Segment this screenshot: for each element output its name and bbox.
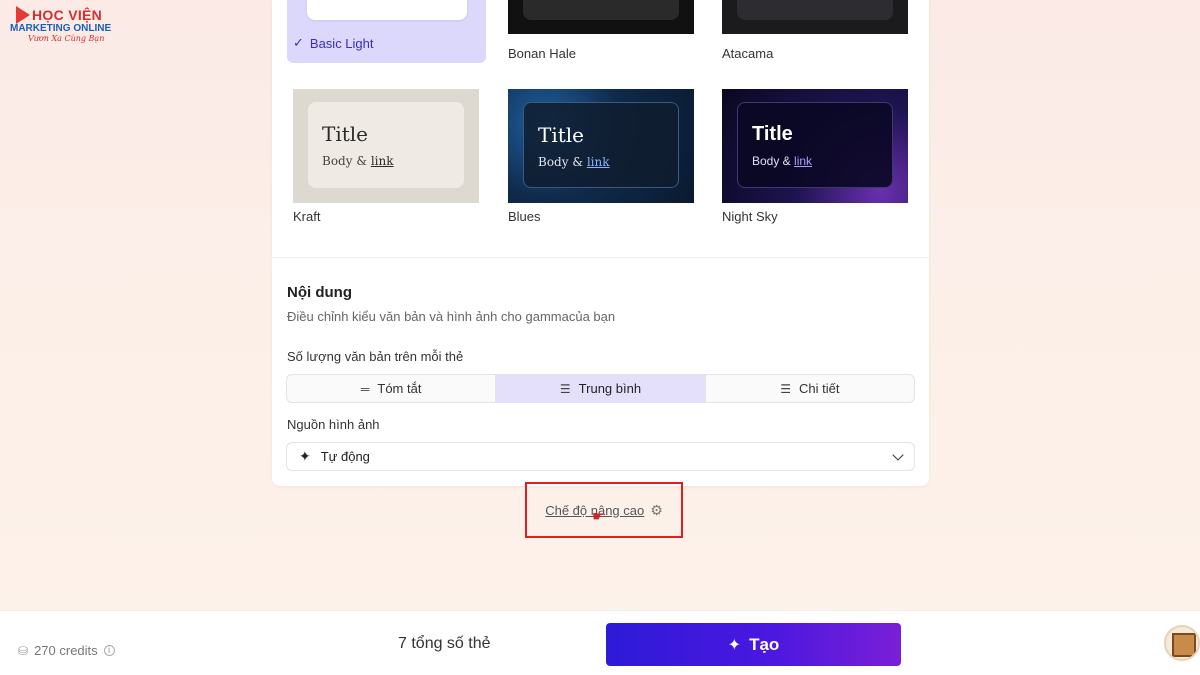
theme-card	[737, 0, 893, 20]
theme-name: Basic Light	[309, 35, 374, 51]
theme-name: Bonan Hale	[508, 46, 576, 61]
theme-basic-light-label: ✓ Basic Light	[293, 35, 374, 51]
text-amount-segmented-control: ═ Tóm tắt ☰ Trung bình ☰ Chi tiết	[286, 374, 915, 403]
create-button[interactable]: ✦ Tạo	[606, 623, 901, 666]
create-button-label: Tạo	[749, 634, 780, 654]
card-body: Body & link	[538, 155, 664, 169]
theme-kraft-preview: Title Body & link	[293, 89, 479, 203]
theme-card: Title Body & link	[523, 102, 679, 188]
card-title: Title	[538, 123, 585, 147]
coins-icon: ⛁	[18, 643, 29, 658]
theme-name: Night Sky	[722, 209, 778, 224]
theme-night-sky[interactable]: Title Body & link Night Sky	[722, 89, 908, 224]
picture-frame-icon	[1172, 633, 1196, 657]
option-label: Trung bình	[578, 381, 642, 396]
theme-bonan-hale-preview	[508, 0, 694, 34]
theme-kraft[interactable]: Title Body & link Kraft	[293, 89, 479, 224]
card-body: Body & link	[322, 154, 450, 168]
image-source-select[interactable]: ✦ Tự động	[286, 442, 915, 471]
align-left-icon: ☰	[559, 381, 571, 396]
card-body-text: Body &	[752, 154, 791, 168]
hand-cursor-icon: ☛	[592, 508, 605, 524]
card-body-text: Body &	[538, 155, 583, 169]
sparkle-icon: ✦	[299, 448, 311, 464]
theme-card: Title Body & link	[308, 102, 464, 188]
image-source-label: Nguồn hình ảnh	[287, 417, 380, 432]
theme-basic-light-preview	[307, 0, 467, 20]
theme-night-sky-preview: Title Body & link	[722, 89, 908, 203]
credits-label: 270 credits	[34, 643, 98, 658]
logo-tagline: Vươn Xa Cùng Bạn	[28, 34, 105, 43]
text-amount-label: Số lượng văn bản trên mỗi thẻ	[287, 349, 464, 364]
text-lines-icon: ☰	[780, 381, 791, 396]
theme-card: Title Body & link	[737, 102, 893, 188]
option-label: Chi tiết	[798, 381, 840, 396]
theme-name: Kraft	[293, 209, 321, 224]
theme-name: Atacama	[722, 46, 774, 61]
card-link: link	[586, 155, 610, 169]
check-icon: ✓	[293, 35, 304, 50]
image-source-value: Tự động	[320, 449, 370, 464]
text-amount-option-detailed[interactable]: ☰ Chi tiết	[706, 375, 914, 402]
content-section-description: Điều chỉnh kiểu văn bản và hình ảnh cho …	[287, 309, 616, 324]
text-amount-option-summary[interactable]: ═ Tóm tắt	[287, 375, 497, 402]
theme-atacama-preview	[722, 0, 908, 34]
info-icon[interactable]: i	[103, 645, 115, 656]
card-link: link	[794, 154, 813, 168]
logo-subtitle: MARKETING ONLINE	[10, 23, 112, 34]
theme-blues[interactable]: Title Body & link Blues	[508, 89, 694, 224]
gear-icon: ⚙	[650, 501, 663, 518]
theme-basic-light[interactable]: ✓ Basic Light	[287, 0, 486, 63]
option-label: Tóm tắt	[377, 381, 422, 396]
card-title: Title	[752, 123, 793, 145]
chevron-down-icon	[892, 448, 904, 461]
section-divider	[272, 257, 929, 258]
theme-blues-preview: Title Body & link	[508, 89, 694, 203]
avatar[interactable]	[1164, 625, 1200, 661]
menu-lines-icon: ═	[360, 381, 370, 396]
card-title: Title	[322, 122, 369, 146]
theme-name: Blues	[508, 209, 541, 224]
theme-settings-panel: ✓ Basic Light Bonan Hale Atacama Title B…	[272, 0, 929, 486]
credits-display: ⛁ 270 credits i	[18, 643, 115, 658]
card-body-text: Body &	[322, 154, 367, 168]
footer-bar: ⛁ 270 credits i 7 tổng số thẻ ✦ Tạo	[0, 610, 1200, 675]
text-amount-option-medium[interactable]: ☰ Trung bình	[496, 375, 706, 402]
content-section-title: Nội dung	[287, 284, 352, 301]
cards-count: 7 tổng số thẻ	[398, 635, 491, 652]
sparkle-icon: ✦	[727, 636, 742, 654]
theme-card	[523, 0, 679, 20]
logo-title: HỌC VIỆN	[32, 7, 103, 23]
card-link: link	[370, 154, 394, 168]
card-body: Body & link	[752, 154, 878, 168]
play-logo-icon	[16, 6, 30, 24]
brand-logo: HỌC VIỆN MARKETING ONLINE Vươn Xa Cùng B…	[10, 6, 120, 50]
